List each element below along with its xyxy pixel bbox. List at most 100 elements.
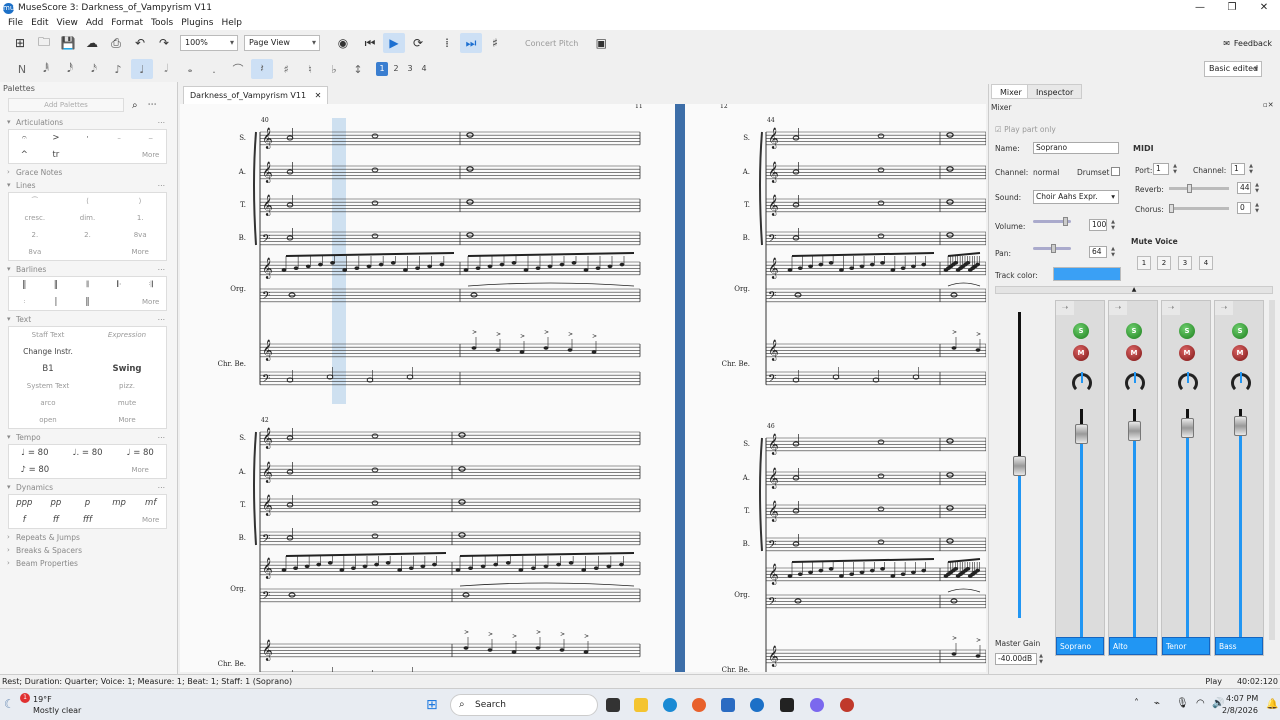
expand-arrow-icon[interactable]: ➝ (1109, 301, 1127, 315)
close-tab-icon[interactable]: ✕ (315, 91, 322, 100)
volume-fader[interactable] (1234, 416, 1247, 436)
palette-cell[interactable]: open (9, 412, 87, 428)
note-head[interactable] (849, 266, 855, 270)
palette-dynamics[interactable]: Dynamics⋯ (0, 481, 177, 494)
note-head[interactable] (535, 266, 541, 270)
note-head[interactable] (351, 566, 356, 570)
palette-cell[interactable]: B1 (9, 361, 87, 377)
mute-voice-1-button[interactable]: 1 (1137, 256, 1151, 270)
expand-arrow-icon[interactable]: ➝ (1056, 301, 1074, 315)
note-head[interactable] (354, 266, 360, 270)
barline-cell[interactable] (104, 294, 135, 310)
rest-icon[interactable]: 𝄽 (251, 59, 273, 79)
palette-cell[interactable]: ⟨ (62, 193, 114, 209)
note-head[interactable] (487, 264, 493, 269)
tie-icon[interactable]: ⌒ (227, 59, 249, 79)
note-head[interactable] (535, 646, 541, 650)
palette-cell[interactable]: ⁀ (9, 193, 61, 209)
reverb-spin-arrows-icon[interactable]: ▲ ▼ (1253, 182, 1261, 194)
float-icon[interactable]: ▫✕ (1263, 101, 1274, 109)
palette-cell[interactable]: Staff Text (9, 327, 87, 343)
note-head[interactable] (403, 268, 408, 272)
palette-cell[interactable]: Expression (88, 327, 166, 343)
note-head[interactable] (965, 567, 971, 571)
note-head[interactable] (890, 268, 896, 272)
port-spin-arrows-icon[interactable]: ▲ ▼ (1171, 163, 1179, 175)
palette-cell[interactable]: mf (135, 495, 166, 511)
note-head[interactable] (420, 564, 426, 569)
note-head[interactable] (818, 262, 824, 267)
rewind-icon[interactable]: ⏮ (359, 33, 381, 53)
note-head[interactable] (965, 261, 971, 265)
note-head[interactable] (519, 350, 525, 354)
32nd-note-icon[interactable]: 𝅘𝅥𝅰 (59, 59, 81, 79)
volume-slider[interactable] (1033, 217, 1071, 226)
minimize-button[interactable]: — (1184, 0, 1216, 16)
voice-4-button[interactable]: 4 (418, 62, 430, 76)
note-head[interactable] (571, 261, 577, 265)
midi-channel-spinbox[interactable]: 1 (1231, 163, 1245, 175)
note-head[interactable] (808, 570, 813, 575)
palette-cell[interactable]: pp (41, 495, 72, 511)
barline-cell[interactable]: | (41, 294, 72, 310)
note-head[interactable] (427, 264, 433, 269)
task-view-icon[interactable] (606, 698, 620, 712)
note-head[interactable] (511, 261, 517, 265)
app-x-icon[interactable] (780, 698, 794, 712)
note-head[interactable] (900, 266, 906, 270)
chorus-spin-arrows-icon[interactable]: ▲ ▼ (1253, 202, 1261, 214)
note-head[interactable] (281, 568, 287, 572)
note-head[interactable] (281, 268, 287, 272)
menu-format[interactable]: Format (111, 18, 143, 28)
barline-cell[interactable]: 𝄂 (72, 277, 103, 293)
note-head[interactable] (518, 568, 524, 572)
sound-select[interactable]: Choir Aahs Expr. ▾ (1033, 190, 1119, 204)
chorus-slider-handle[interactable] (1169, 204, 1174, 213)
palette-cell[interactable]: dim. (62, 210, 114, 226)
palette-cell[interactable]: 2. (62, 227, 114, 243)
pan-spin-arrows-icon[interactable]: ▲ ▼ (1109, 246, 1117, 258)
note-head[interactable] (439, 262, 445, 267)
palette-cell[interactable]: ♩. = 80 (62, 445, 114, 461)
note-head[interactable] (900, 572, 906, 576)
note-head[interactable] (787, 268, 793, 272)
workspace-select[interactable]: Basic edited (1204, 61, 1262, 77)
note-head[interactable] (583, 650, 589, 654)
play-part-only-checkbox[interactable]: ☑ Play part only (995, 125, 1056, 134)
note-head[interactable] (828, 261, 834, 265)
palette-cell[interactable]: 𝄐 (9, 130, 40, 146)
note-head[interactable] (415, 266, 420, 270)
palette-more-button[interactable]: More (114, 244, 166, 260)
close-button[interactable]: ✕ (1248, 0, 1280, 16)
note-head[interactable] (859, 264, 865, 269)
dot-icon[interactable]: . (203, 59, 225, 79)
mute-button[interactable]: M (1179, 345, 1195, 361)
palette-text[interactable]: Text⋯ (0, 313, 177, 326)
clock-time[interactable]: 4:07 PM (1226, 694, 1258, 703)
note-head[interactable] (480, 564, 486, 569)
solo-button[interactable]: S (1126, 323, 1142, 339)
musescore-taskbar-icon[interactable] (750, 698, 764, 712)
note-head[interactable] (316, 562, 322, 567)
note-head[interactable] (951, 346, 957, 350)
note-head[interactable] (797, 266, 803, 270)
network-icon[interactable]: ⌁ (1154, 698, 1160, 709)
pan-spinbox[interactable]: 64 (1089, 246, 1107, 258)
palette-more-button[interactable]: More (135, 512, 166, 528)
volume-fader[interactable] (1181, 418, 1194, 438)
wifi-icon[interactable]: ◠ (1196, 698, 1205, 709)
voice-1-button[interactable]: 1 (376, 62, 388, 76)
mute-button[interactable]: M (1126, 345, 1142, 361)
strip-name[interactable]: Tenor (1162, 637, 1210, 655)
note-head[interactable] (828, 567, 834, 571)
pan-knob[interactable] (1072, 372, 1092, 393)
note-head[interactable] (975, 262, 980, 267)
note-head[interactable] (293, 266, 299, 270)
note-head[interactable] (523, 268, 529, 272)
palette-more-button[interactable]: More (135, 294, 166, 310)
menu-add[interactable]: Add (86, 18, 103, 28)
menu-help[interactable]: Help (221, 18, 242, 28)
note-head[interactable] (859, 570, 865, 575)
note-head[interactable] (869, 568, 875, 573)
note-head[interactable] (304, 564, 310, 569)
